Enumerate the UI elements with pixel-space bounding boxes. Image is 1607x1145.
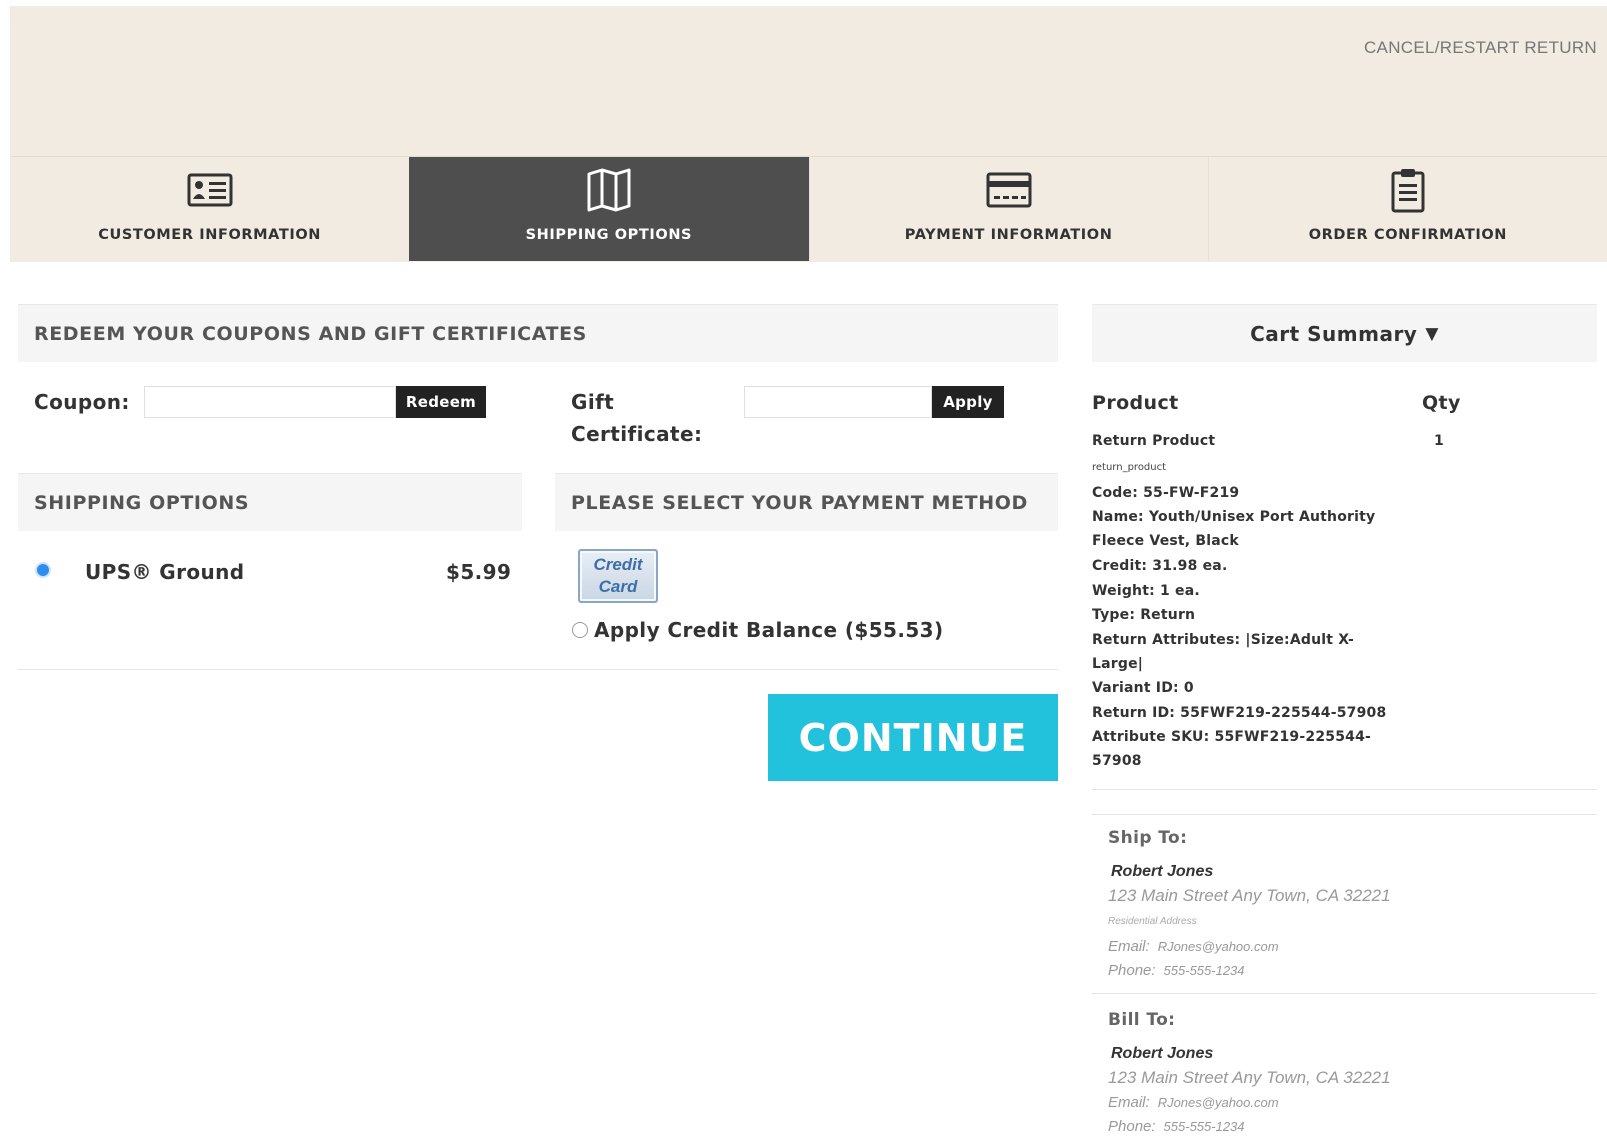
phone-label: Phone:: [1108, 962, 1156, 979]
map-icon: [586, 165, 632, 215]
redeem-button[interactable]: Redeem: [396, 386, 486, 418]
ship-to-phone: Phone: 555-555-1234: [1108, 962, 1245, 979]
email-value: RJones@yahoo.com: [1157, 939, 1279, 954]
bill-to-address: 123 Main Street Any Town, CA 32221: [1108, 1068, 1391, 1087]
credit-card-line1: Credit: [593, 555, 643, 574]
cart-detail-line: Type: Return: [1092, 607, 1196, 623]
cart-detail-line: Large|: [1092, 656, 1144, 672]
step-order-confirmation[interactable]: ORDER CONFIRMATION: [1207, 157, 1607, 261]
product-column-header: Product: [1092, 392, 1179, 414]
bill-to-phone: Phone: 555-555-1234: [1108, 1118, 1245, 1135]
cart-detail-line: Attribute SKU: 55FWF219-225544-: [1092, 729, 1372, 745]
id-card-icon: [187, 165, 233, 215]
cart-detail-line: 57908: [1092, 753, 1142, 769]
gift-label-line1: Gift: [571, 390, 615, 414]
cart-detail-line: Return ID: 55FWF219-225544-57908: [1092, 705, 1387, 721]
cart-product-slug: return_product: [1092, 462, 1167, 473]
step-label: PAYMENT INFORMATION: [904, 227, 1113, 243]
ship-to-name: Robert Jones: [1111, 863, 1214, 880]
step-customer-information[interactable]: CUSTOMER INFORMATION: [10, 157, 409, 261]
bill-to-title: Bill To:: [1108, 1010, 1176, 1030]
cart-detail-line: Name: Youth/Unisex Port Authority: [1092, 509, 1376, 525]
phone-label: Phone:: [1108, 1118, 1156, 1135]
email-label: Email:: [1108, 938, 1150, 955]
cart-detail-line: Weight: 1 ea.: [1092, 583, 1200, 599]
email-value: RJones@yahoo.com: [1157, 1095, 1279, 1110]
shipping-options-title: SHIPPING OPTIONS: [18, 473, 522, 531]
continue-button[interactable]: CONTINUE: [768, 694, 1058, 781]
step-shipping-options[interactable]: SHIPPING OPTIONS: [409, 157, 809, 261]
credit-card-line2: Card: [598, 577, 638, 596]
shipping-option-label: UPS® Ground: [85, 560, 245, 584]
ship-to-address: 123 Main Street Any Town, CA 32221: [1108, 886, 1391, 905]
step-label: SHIPPING OPTIONS: [525, 227, 693, 243]
phone-value: 555-555-1234: [1163, 1119, 1245, 1134]
cart-product-name: Return Product: [1092, 433, 1216, 449]
credit-balance-label: Apply Credit Balance ($55.53): [594, 618, 944, 642]
section-divider: [18, 669, 1058, 670]
ship-to-email: Email: RJones@yahoo.com: [1108, 938, 1279, 955]
cart-detail-line: Variant ID: 0: [1092, 680, 1194, 696]
gift-label-line2: Certificate:: [571, 422, 703, 446]
credit-card-icon: [986, 165, 1032, 215]
cart-detail-line: Fleece Vest, Black: [1092, 533, 1239, 549]
cart-detail-line: Return Attributes: |Size:Adult X-: [1092, 632, 1355, 648]
cart-summary-title: Cart Summary: [1250, 321, 1418, 346]
caret-down-icon: ▼: [1425, 323, 1439, 344]
checkout-steps: CUSTOMER INFORMATION SHIPPING OPTIONS PA…: [10, 156, 1607, 261]
bill-to-name: Robert Jones: [1111, 1045, 1214, 1062]
cart-summary-toggle[interactable]: Cart Summary ▼: [1092, 304, 1597, 362]
coupon-label: Coupon:: [34, 390, 130, 414]
phone-value: 555-555-1234: [1163, 963, 1245, 978]
shipping-option-price: $5.99: [446, 560, 512, 584]
ups-ground-radio[interactable]: [35, 562, 51, 578]
email-label: Email:: [1108, 1094, 1150, 1111]
ship-to-title: Ship To:: [1108, 828, 1188, 848]
credit-balance-radio[interactable]: [572, 622, 588, 638]
credit-card-button[interactable]: Credit Card: [578, 549, 658, 603]
cart-product-qty: 1: [1434, 433, 1444, 449]
cancel-restart-link[interactable]: CANCEL/RESTART RETURN: [1364, 38, 1597, 58]
redeem-section-title: REDEEM YOUR COUPONS AND GIFT CERTIFICATE…: [18, 304, 1058, 362]
cart-divider: [1092, 814, 1597, 815]
cart-divider: [1092, 789, 1597, 790]
cart-detail-line: Code: 55-FW-F219: [1092, 485, 1240, 501]
apply-button[interactable]: Apply: [932, 386, 1004, 418]
cart-detail-line: Credit: 31.98 ea.: [1092, 558, 1228, 574]
coupon-input[interactable]: [144, 386, 396, 418]
clipboard-icon: [1390, 165, 1426, 215]
qty-column-header: Qty: [1422, 392, 1461, 414]
gift-certificate-input[interactable]: [744, 386, 932, 418]
step-label: CUSTOMER INFORMATION: [98, 227, 322, 243]
address-divider: [1092, 993, 1597, 994]
payment-method-title: PLEASE SELECT YOUR PAYMENT METHOD: [555, 473, 1058, 531]
step-label: ORDER CONFIRMATION: [1308, 227, 1508, 243]
bill-to-email: Email: RJones@yahoo.com: [1108, 1094, 1279, 1111]
ship-to-address-type: Residential Address: [1108, 916, 1197, 927]
step-payment-information[interactable]: PAYMENT INFORMATION: [808, 157, 1208, 261]
